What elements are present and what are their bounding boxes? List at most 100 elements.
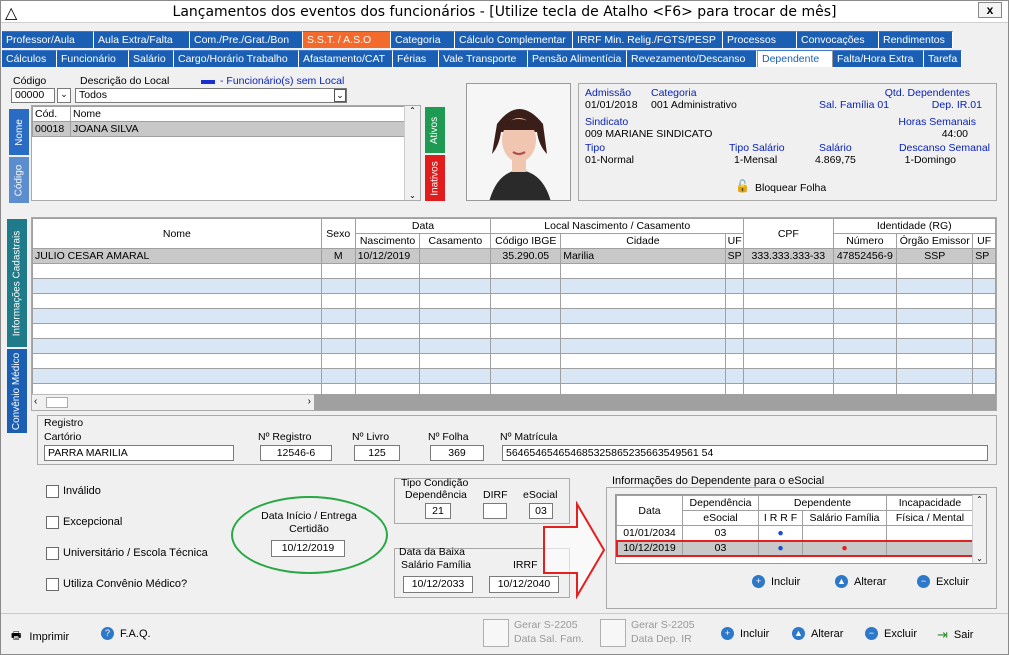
tab-dependente[interactable]: Dependente bbox=[757, 50, 833, 67]
table-row-empty[interactable] bbox=[32, 368, 996, 384]
tab-categoria[interactable]: Categoria bbox=[391, 31, 455, 48]
codigo-input[interactable]: 00000 bbox=[11, 88, 55, 103]
descricao-select[interactable]: Todos bbox=[75, 88, 347, 103]
invalido-checkbox[interactable] bbox=[46, 485, 59, 498]
sair-button[interactable]: ⇥ Sair bbox=[937, 627, 973, 643]
tab-ferias[interactable]: Férias bbox=[393, 50, 439, 67]
col-uf2-header[interactable]: UF bbox=[972, 233, 996, 249]
table-row-empty[interactable] bbox=[32, 323, 996, 339]
tab-rendimentos[interactable]: Rendimentos bbox=[879, 31, 953, 48]
tab-inativos[interactable]: Inativos bbox=[425, 155, 445, 201]
excepcional-checkbox[interactable] bbox=[46, 516, 59, 529]
codigo-dropdown-button[interactable]: ⌄ bbox=[57, 88, 71, 103]
tab-pensao-alimenticia[interactable]: Pensão Alimentícia bbox=[528, 50, 627, 67]
table-row[interactable]: 00018 JOANA SILVA bbox=[32, 121, 405, 137]
col-nascimento-header[interactable]: Nascimento bbox=[354, 233, 421, 249]
nregistro-input[interactable]: 12546-6 bbox=[260, 445, 332, 461]
tab-convocacoes[interactable]: Convocações bbox=[797, 31, 879, 48]
tab-professor-aula[interactable]: Professor/Aula bbox=[2, 31, 94, 48]
dirf-input[interactable] bbox=[483, 503, 507, 519]
gerar-depir-line1[interactable]: Gerar S-2205 bbox=[631, 619, 695, 631]
col-cpf-header[interactable]: CPF bbox=[743, 218, 834, 249]
tab-informacoes-cadastrais[interactable]: Informações Cadastrais bbox=[7, 219, 27, 347]
tab-irrf-min-relig-fgts-pesp[interactable]: IRRF Min. Relig./FGTS/PESP bbox=[573, 31, 723, 48]
faq-button[interactable]: ? F.A.Q. bbox=[101, 627, 151, 640]
tab-funcionario[interactable]: Funcionário bbox=[57, 50, 129, 67]
tab-nome[interactable]: Nome bbox=[9, 109, 29, 155]
table-row[interactable]: 01/01/2034 03 ● bbox=[616, 525, 974, 541]
table-row[interactable]: JULIO CESAR AMARAL M 10/12/2019 35.290.0… bbox=[32, 248, 996, 264]
tab-processos[interactable]: Processos bbox=[723, 31, 797, 48]
col-data-header[interactable]: Data bbox=[616, 495, 683, 526]
nlivro-input[interactable]: 125 bbox=[354, 445, 400, 461]
tab-aula-extra-falta[interactable]: Aula Extra/Falta bbox=[94, 31, 190, 48]
close-button[interactable]: x bbox=[978, 2, 1002, 18]
esocial-incluir-button[interactable]: + Incluir bbox=[752, 575, 800, 588]
table-row-empty[interactable] bbox=[32, 293, 996, 309]
esocial-grid-scrollbar[interactable]: ⌃ ⌄ bbox=[972, 495, 986, 563]
tab-salario[interactable]: Salário bbox=[129, 50, 174, 67]
col-casamento-header[interactable]: Casamento bbox=[419, 233, 492, 249]
dependencia-input[interactable]: 21 bbox=[425, 503, 451, 519]
tab-falta-hora-extra[interactable]: Falta/Hora Extra bbox=[833, 50, 924, 67]
tab-convenio-medico[interactable]: Convênio Médico bbox=[7, 349, 27, 433]
table-row-empty[interactable] bbox=[32, 353, 996, 369]
table-row-empty[interactable] bbox=[32, 263, 996, 279]
tab-com-pre-grat-bon[interactable]: Com./Pre./Grat./Bon bbox=[190, 31, 303, 48]
cartorio-input[interactable]: PARRA MARILIA bbox=[44, 445, 234, 461]
nmatricula-input[interactable]: 564654654654685325865235663549561 54 bbox=[502, 445, 988, 461]
gerar-depir-line2[interactable]: Data Dep. IR bbox=[631, 633, 692, 645]
empty-cell bbox=[490, 293, 562, 309]
alterar-button[interactable]: ▲ Alterar bbox=[792, 627, 843, 640]
table-row-empty[interactable] bbox=[32, 338, 996, 354]
tab-calculos[interactable]: Cálculos bbox=[2, 50, 57, 67]
dependents-grid[interactable]: Nome Sexo Data Local Nascimento / Casame… bbox=[31, 217, 997, 411]
col-orgao-header[interactable]: Órgão Emissor bbox=[896, 233, 974, 249]
tab-cargo-horario-trabalho[interactable]: Cargo/Horário Trabalho bbox=[174, 50, 299, 67]
tab-s-s-t-a-s-o[interactable]: S.S.T. / A.S.O bbox=[303, 31, 391, 48]
bloquear-folha-label[interactable]: Bloquear Folha bbox=[755, 182, 826, 194]
col-cod-header[interactable]: Cód. bbox=[32, 106, 71, 122]
esocial-excluir-button[interactable]: − Excluir bbox=[917, 575, 969, 588]
help-icon: ? bbox=[101, 627, 114, 640]
tab-vale-transporte[interactable]: Vale Transporte bbox=[439, 50, 528, 67]
tab-codigo[interactable]: Código bbox=[9, 157, 29, 203]
table-row-empty[interactable] bbox=[32, 278, 996, 294]
col-nome-header[interactable]: Nome bbox=[32, 218, 322, 249]
col-irrf-header[interactable]: I R R F bbox=[758, 510, 803, 526]
employee-list-scrollbar[interactable]: ⌃ ⌄ bbox=[404, 106, 420, 200]
col-salfam-header[interactable]: Salário Família bbox=[802, 510, 887, 526]
tab-revezamento-descanso[interactable]: Revezamento/Descanso bbox=[627, 50, 757, 67]
col-esocial-header[interactable]: eSocial bbox=[682, 510, 759, 526]
incluir-button[interactable]: + Incluir bbox=[721, 627, 769, 640]
certidao-input[interactable]: 10/12/2019 bbox=[271, 540, 345, 557]
col-sexo-header[interactable]: Sexo bbox=[320, 218, 356, 249]
tab-ativos[interactable]: Ativos bbox=[425, 107, 445, 153]
lock-icon[interactable]: 🔓 bbox=[735, 179, 750, 193]
table-row-selected[interactable]: 10/12/2019 03 ● ● bbox=[616, 539, 975, 557]
esocial-grid[interactable]: Data Dependência Dependente Incapacidade… bbox=[615, 494, 987, 564]
gerar-salfam-line2[interactable]: Data Sal. Fam. bbox=[514, 633, 584, 645]
descricao-dropdown-icon[interactable]: ⌄ bbox=[334, 89, 346, 102]
dependents-hscrollbar[interactable]: ‹ › bbox=[32, 394, 314, 410]
esocial-alterar-button[interactable]: ▲ Alterar bbox=[835, 575, 886, 588]
tab-afastamento-cat[interactable]: Afastamento/CAT bbox=[299, 50, 393, 67]
gerar-salfam-line1[interactable]: Gerar S-2205 bbox=[514, 619, 578, 631]
col-uf-header[interactable]: UF bbox=[724, 233, 745, 249]
col-fisica-mental-header[interactable]: Física / Mental bbox=[886, 510, 974, 526]
tab-calculo-complementar[interactable]: Cálculo Complementar bbox=[455, 31, 573, 48]
baixa-salfam-input[interactable]: 10/12/2033 bbox=[403, 576, 473, 593]
universitario-checkbox[interactable] bbox=[46, 547, 59, 560]
tab-tarefa[interactable]: Tarefa bbox=[924, 50, 962, 67]
imprimir-button[interactable]: 🖶 Imprimir bbox=[11, 627, 69, 646]
tipo-value: 01-Normal bbox=[585, 154, 635, 166]
nfolha-input[interactable]: 369 bbox=[430, 445, 484, 461]
col-ibge-header[interactable]: Código IBGE bbox=[490, 233, 562, 249]
col-nome-header[interactable]: Nome bbox=[70, 106, 405, 122]
excluir-button[interactable]: − Excluir bbox=[865, 627, 917, 640]
col-numero-header[interactable]: Número bbox=[832, 233, 898, 249]
convenio-checkbox[interactable] bbox=[46, 578, 59, 591]
table-row-empty[interactable] bbox=[32, 308, 996, 324]
employee-list[interactable]: Cód. Nome 00018 JOANA SILVA ⌃ ⌄ bbox=[31, 105, 421, 201]
col-cidade-header[interactable]: Cidade bbox=[560, 233, 726, 249]
